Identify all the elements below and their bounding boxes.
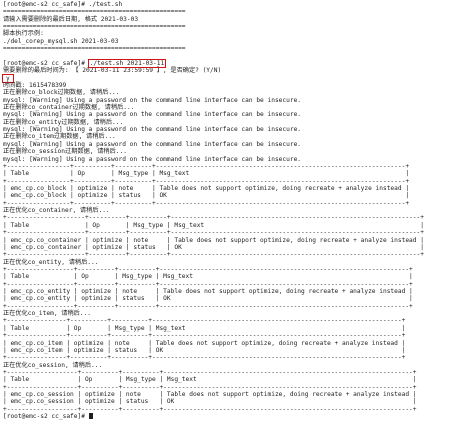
shell-prompt: [root@emc-s2 cc_safe]# [3, 59, 85, 67]
table-row: | emc_cp.co_container | optimize | note … [3, 236, 424, 244]
terminal-line: ========================================… [3, 45, 186, 53]
table-border: +----------------+----------+----------+… [3, 332, 406, 340]
table-border: +---------------------+----------+------… [3, 251, 424, 259]
terminal-line: ========================================… [3, 23, 186, 31]
terminal-line: 请输入需要删除的最后日期, 格式 2021-03-03 [3, 15, 139, 23]
terminal-line: mysql: [Warning] Using a password on the… [3, 155, 302, 163]
terminal-window[interactable]: [root@emc-s2 cc_safe]# ./test.sh =======… [0, 0, 474, 431]
table-row: | emc_cp.co_block | optimize | status | … [3, 192, 410, 200]
terminal-line: 正在优化co_container, 请稍后... [3, 207, 110, 215]
table-header: | Table | Op | Msg_type | Msg_text | [3, 273, 413, 281]
table-border: +------------------+----------+---------… [3, 280, 413, 288]
table-header: | Table | Op | Msg_type | Msg_text | [3, 221, 424, 229]
table-row: | emc_cp.co_item | optimize | status | O… [3, 346, 406, 354]
text-cursor [88, 413, 93, 420]
terminal-line: mysql: [Warning] Using a password on the… [3, 96, 302, 104]
terminal-line: 正在删除co_container过期数据, 请稍后... [3, 104, 135, 112]
table-header: | Table | Op | Msg_type | Msg_text | [3, 324, 406, 332]
table-border: +----------------+----------+----------+… [3, 317, 406, 325]
table-row: | emc_cp.co_session | optimize | note | … [3, 391, 417, 399]
shell-prompt: [root@emc-s2 cc_safe]# [3, 413, 85, 421]
terminal-line: 正在删除co_item过期数据, 请稍后... [3, 133, 116, 141]
confirm-answer-line: y [2, 73, 474, 84]
terminal-line: ========================================… [3, 8, 186, 16]
command-highlight: ./test.sh 2021-03-11 [87, 58, 167, 68]
terminal-line: 正在优化co_session, 请稍后... [3, 361, 103, 369]
final-prompt-line[interactable]: [root@emc-s2 cc_safe]# [3, 413, 474, 420]
table-header: | Table | Op | Msg_type | Msg_text | [3, 376, 417, 384]
table-row: | emc_cp.co_item | optimize | note | Tab… [3, 339, 406, 347]
table-border: +-----------------+----------+----------… [3, 162, 410, 170]
terminal-line: 脚本执行示例: [3, 30, 44, 38]
table-row: | emc_cp.co_block | optimize | note | Ta… [3, 184, 410, 192]
terminal-line: [root@emc-s2 cc_safe]# ./test.sh [3, 1, 123, 8]
table-row: | emc_cp.co_entity | optimize | note | T… [3, 288, 413, 296]
terminal-line: ./del_corep_mysql.sh 2021-03-03 [3, 37, 119, 45]
table-row: | emc_cp.co_entity | optimize | status |… [3, 295, 413, 303]
table-border: +-----------------+----------+----------… [3, 177, 410, 185]
confirm-answer-highlight: y [2, 73, 14, 84]
terminal-line: 正在删除co_entity过期数据, 请稍后... [3, 118, 124, 126]
terminal-line: 正在优化co_entity, 请稍后... [3, 258, 99, 266]
table-border: +------------------+----------+---------… [3, 265, 413, 273]
table-border: +---------------------+----------+------… [3, 214, 424, 222]
table-border: +-------------------+----------+--------… [3, 405, 417, 413]
table-border: +---------------------+----------+------… [3, 229, 424, 237]
table-header: | Table | Op | Msg_type | Msg_text | [3, 170, 410, 178]
table-row: | emc_cp.co_session | optimize | status … [3, 398, 417, 406]
terminal-line: mysql: [Warning] Using a password on the… [3, 111, 302, 119]
table-border: +-------------------+----------+--------… [3, 368, 417, 376]
terminal-line: 正在优化co_item, 请稍后... [3, 310, 92, 318]
table-border: +------------------+----------+---------… [3, 302, 413, 310]
terminal-line: 正在删除co_block过期数据, 请稍后... [3, 89, 120, 97]
table-border: +----------------+----------+----------+… [3, 354, 406, 362]
table-border: +-------------------+----------+--------… [3, 383, 417, 391]
terminal-line: 正在删除co_session过期数据, 请稍后... [3, 148, 127, 156]
table-row: | emc_cp.co_container | optimize | statu… [3, 243, 424, 251]
terminal-line: 需要删除的最后时间为: 【 2021-03-11 23:59:59 】, 是否确… [3, 67, 222, 75]
table-border: +-----------------+----------+----------… [3, 199, 410, 207]
